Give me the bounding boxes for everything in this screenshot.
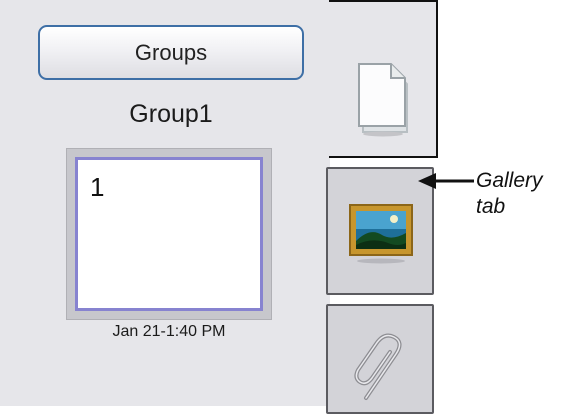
- tab-attachments[interactable]: [326, 304, 434, 414]
- gallery-icon: [348, 203, 414, 265]
- page-timestamp: Jan 21-1:40 PM: [112, 323, 226, 340]
- callout-arrow-icon: [418, 172, 474, 195]
- callout-label-line2: tab: [476, 195, 506, 218]
- page-icon: [357, 58, 413, 138]
- tab-page-sorter[interactable]: [329, 0, 438, 158]
- gallery-tab-callout: Gallery tab: [476, 168, 558, 220]
- page-thumbnail-preview: 1: [75, 157, 263, 311]
- page-thumbnail[interactable]: 1: [66, 148, 272, 320]
- callout-label-line1: Gallery: [476, 169, 543, 192]
- page-number: 1: [90, 172, 105, 202]
- groups-button[interactable]: Groups: [38, 25, 304, 80]
- paperclip-icon: [352, 332, 412, 402]
- group-name: Group1: [129, 100, 213, 128]
- groups-button-label: Groups: [134, 39, 208, 65]
- left-panel: Groups Group1 1 Jan 21-1:40 PM: [0, 0, 330, 406]
